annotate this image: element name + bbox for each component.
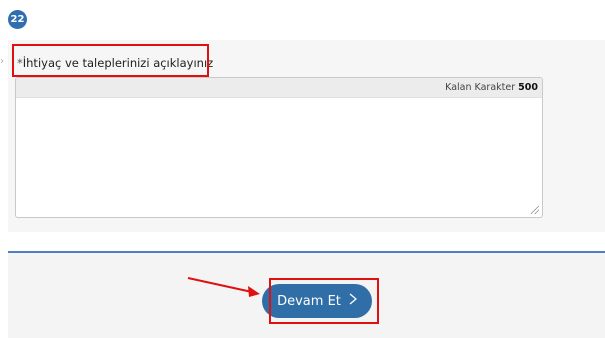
remaining-characters-count: 500	[518, 82, 538, 93]
resize-handle-icon[interactable]	[531, 206, 539, 214]
character-counter: Kalan Karakter 500	[16, 78, 542, 98]
description-textarea-container: Kalan Karakter 500	[15, 77, 543, 218]
red-arrow-annotation	[187, 277, 260, 297]
highlight-box-label	[12, 44, 209, 77]
description-textarea[interactable]	[16, 98, 542, 217]
remaining-characters-label: Kalan Karakter	[445, 82, 516, 93]
chevron-right-icon: ›	[0, 56, 4, 67]
step-number-badge: 22	[8, 10, 27, 29]
highlight-box-button	[269, 278, 379, 324]
